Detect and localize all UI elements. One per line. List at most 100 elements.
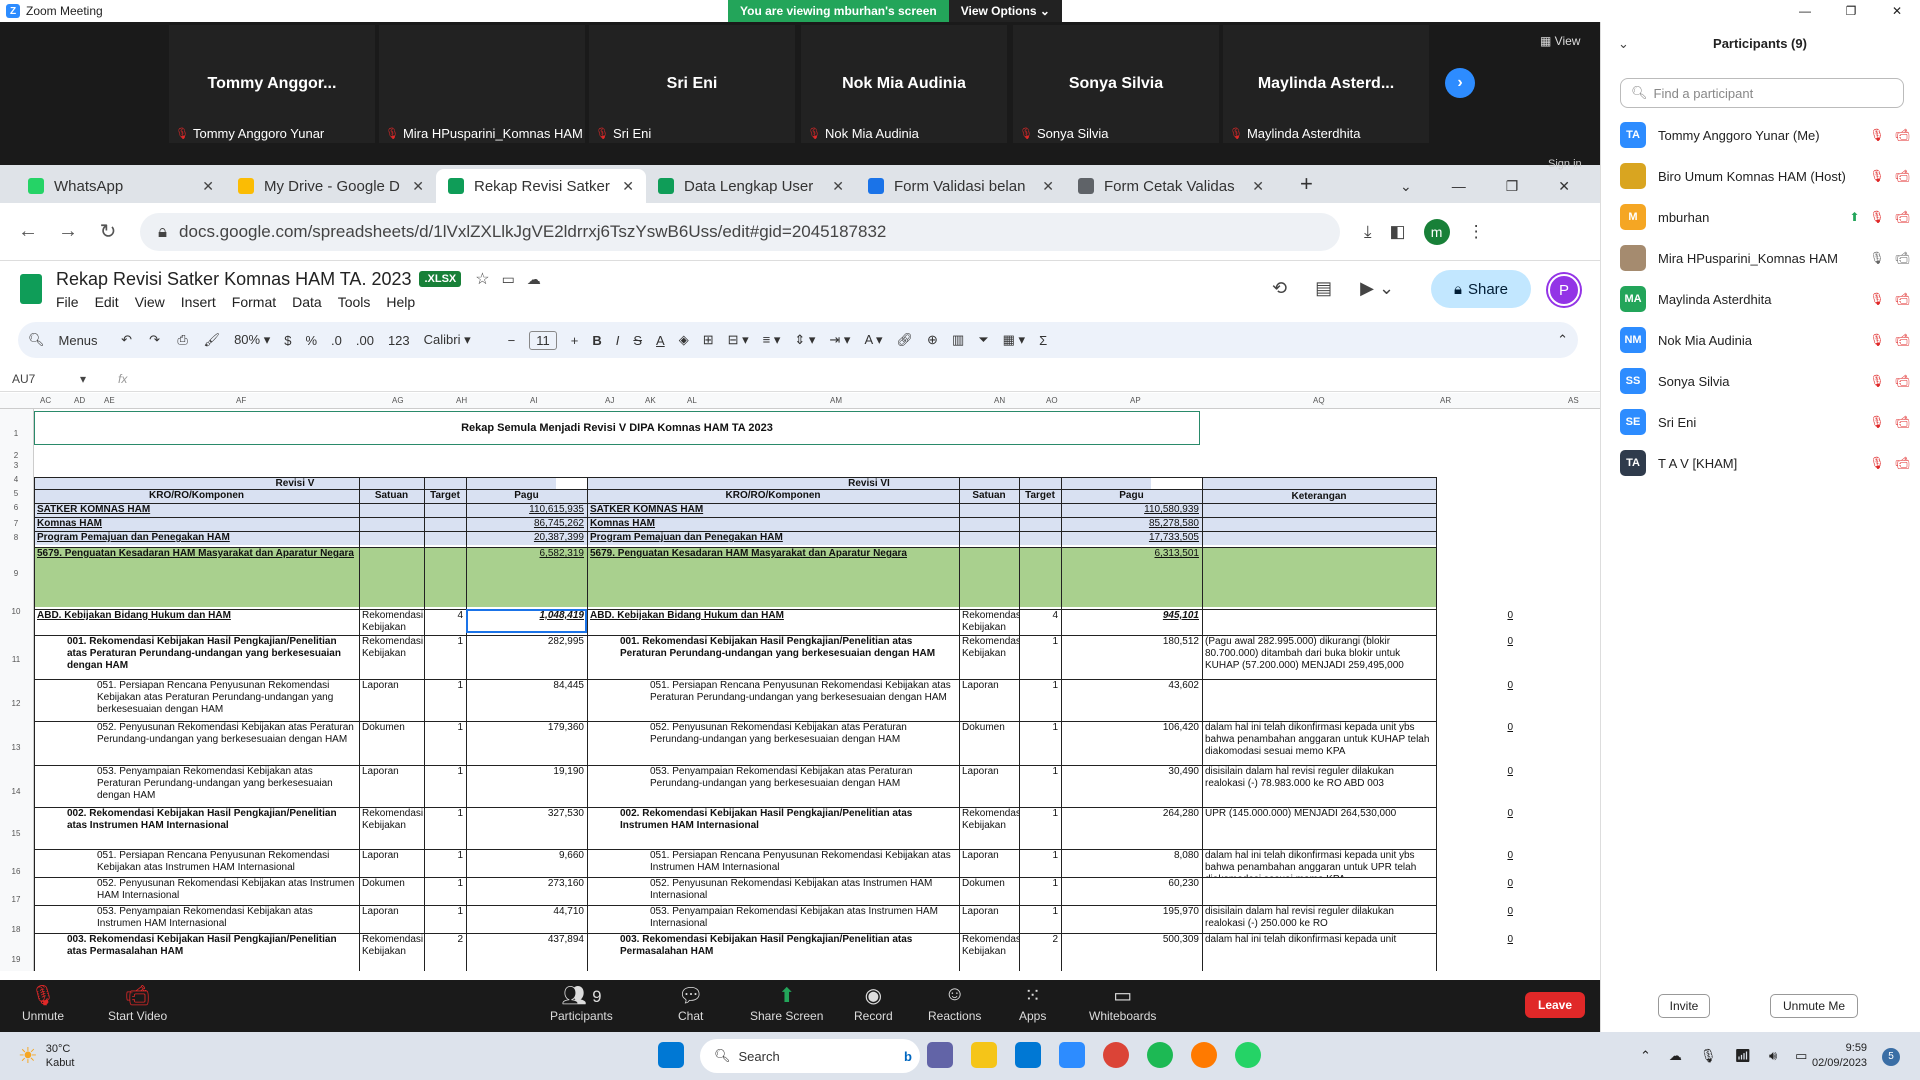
target-cell[interactable]: 1 bbox=[1019, 905, 1061, 933]
strikethrough-icon[interactable]: S bbox=[633, 333, 642, 348]
minimize-icon[interactable]: — bbox=[1782, 4, 1828, 18]
file-explorer-icon[interactable] bbox=[971, 1042, 997, 1068]
star-icon[interactable]: ☆ bbox=[475, 269, 489, 289]
row-header[interactable]: 3 bbox=[0, 461, 32, 470]
participants-button[interactable]: 👥︎ 9 Participants bbox=[550, 983, 613, 1023]
row-header[interactable]: 15 bbox=[0, 829, 32, 838]
sidepanel-icon[interactable]: ◧ bbox=[1390, 222, 1406, 242]
target-cell[interactable]: 1 bbox=[1019, 679, 1061, 721]
pagu-cell[interactable]: 6,582,319 bbox=[466, 547, 587, 607]
pagu-cell[interactable]: 110,580,939 bbox=[1061, 503, 1202, 517]
row-label[interactable]: 052. Penyusunan Rekomendasi Kebijakan at… bbox=[94, 877, 359, 905]
forward-icon[interactable]: → bbox=[48, 220, 88, 243]
pagu-cell[interactable]: 106,420 bbox=[1061, 721, 1202, 763]
column-header[interactable]: AN bbox=[994, 396, 1005, 405]
video-tile[interactable]: Tommy Anggor... 🎙︎ Tommy Anggoro Yunar bbox=[168, 24, 376, 144]
pagu-cell[interactable]: 110,615,935 bbox=[466, 503, 587, 517]
column-header[interactable]: AH bbox=[456, 396, 467, 405]
back-icon[interactable]: ← bbox=[8, 220, 48, 243]
font-size-increase-icon[interactable]: + bbox=[571, 333, 579, 348]
align-icon[interactable]: ≡ ▾ bbox=[763, 332, 781, 348]
target-cell[interactable]: 1 bbox=[424, 765, 466, 807]
next-page-icon[interactable]: › bbox=[1445, 68, 1475, 98]
participant-row[interactable]: TA Tommy Anggoro Yunar (Me) 🎙︎ 📹︎ bbox=[1620, 120, 1910, 150]
row-header[interactable]: 17 bbox=[0, 895, 32, 904]
keterangan-cell[interactable]: disisilain dalam hal revisi reguler dila… bbox=[1202, 765, 1436, 807]
pagu-cell[interactable]: 86,745,262 bbox=[466, 517, 587, 531]
wrap-icon[interactable]: ⇥ ▾ bbox=[829, 332, 850, 348]
unit-cell[interactable]: Rekomendasi Kebijakan bbox=[959, 609, 1019, 633]
row-label[interactable]: 051. Persiapan Rencana Penyusunan Rekome… bbox=[94, 849, 359, 877]
row-header[interactable]: 10 bbox=[0, 607, 32, 616]
keterangan-cell[interactable] bbox=[1202, 503, 1436, 517]
column-header[interactable]: AG bbox=[392, 396, 404, 405]
filter-views-icon[interactable]: ▦ ▾ bbox=[1003, 332, 1025, 348]
target-cell[interactable]: 1 bbox=[424, 849, 466, 877]
unit-cell[interactable] bbox=[359, 503, 424, 517]
target-cell[interactable]: 2 bbox=[1019, 933, 1061, 971]
unit-cell[interactable]: Dokumen bbox=[959, 721, 1019, 763]
pagu-cell[interactable]: 85,278,580 bbox=[1061, 517, 1202, 531]
column-header[interactable]: AC bbox=[40, 396, 51, 405]
menu-item[interactable]: Help bbox=[386, 294, 415, 310]
pagu-cell[interactable]: 500,309 bbox=[1061, 933, 1202, 971]
row-label[interactable]: 051. Persiapan Rencana Penyusunan Rekome… bbox=[647, 679, 959, 721]
spreadsheet-grid[interactable]: Rekap Semula Menjadi Revisi V DIPA Komna… bbox=[34, 409, 1590, 971]
target-cell[interactable]: 1 bbox=[424, 635, 466, 677]
pagu-cell[interactable]: 20,387,399 bbox=[466, 531, 587, 545]
zero-cell[interactable]: 0 bbox=[1496, 679, 1516, 721]
row-label[interactable]: 053. Penyampaian Rekomendasi Kebijakan a… bbox=[647, 905, 959, 933]
pagu-cell[interactable]: 60,230 bbox=[1061, 877, 1202, 905]
profile-avatar[interactable]: m bbox=[1423, 218, 1450, 245]
zoom-taskbar-icon[interactable] bbox=[1059, 1042, 1085, 1068]
fill-color-icon[interactable]: ◈ bbox=[679, 332, 689, 348]
chat-button[interactable]: 💬︎ Chat bbox=[678, 983, 703, 1023]
column-header[interactable]: AI bbox=[530, 396, 538, 405]
keterangan-cell[interactable]: dalam hal ini telah dikonfirmasi kepada … bbox=[1202, 849, 1436, 877]
unit-cell[interactable] bbox=[959, 503, 1019, 517]
participant-row[interactable]: Biro Umum Komnas HAM (Host) 🎙︎ 📹︎ bbox=[1620, 161, 1910, 191]
browser-tab[interactable]: Data Lengkap User ✕ bbox=[646, 169, 856, 203]
pagu-cell[interactable]: 43,602 bbox=[1061, 679, 1202, 721]
target-cell[interactable]: 1 bbox=[424, 905, 466, 933]
unit-cell[interactable] bbox=[959, 547, 1019, 607]
unit-cell[interactable]: Rekomendasi Kebijakan bbox=[959, 635, 1019, 677]
keterangan-cell[interactable]: dalam hal ini telah dikonfirmasi kepada … bbox=[1202, 721, 1436, 763]
unit-cell[interactable]: Dokumen bbox=[959, 877, 1019, 905]
row-header[interactable]: 6 bbox=[0, 503, 32, 512]
row-header[interactable]: 11 bbox=[0, 655, 32, 664]
unit-cell[interactable] bbox=[359, 547, 424, 607]
mic-icon[interactable]: 🎙︎ bbox=[1700, 1048, 1717, 1064]
participant-search-input[interactable]: 🔍︎ Find a participant bbox=[1620, 78, 1904, 108]
unit-cell[interactable]: Laporan bbox=[359, 765, 424, 807]
target-cell[interactable] bbox=[424, 503, 466, 517]
column-header[interactable]: AJ bbox=[605, 396, 614, 405]
unit-cell[interactable]: Laporan bbox=[359, 849, 424, 877]
url-bar[interactable]: 🔒︎ docs.google.com/spreadsheets/d/1lVxlZ… bbox=[140, 212, 1340, 251]
teams-icon[interactable] bbox=[927, 1042, 953, 1068]
row-header[interactable]: 16 bbox=[0, 867, 32, 876]
menu-item[interactable]: Format bbox=[232, 294, 276, 310]
unit-cell[interactable]: Rekomendasi Kebijakan bbox=[359, 635, 424, 677]
download-icon[interactable]: ⤓ bbox=[1364, 222, 1372, 242]
name-box[interactable]: AU7 bbox=[0, 372, 80, 386]
video-tile[interactable]: 🎙︎ Mira HPusparini_Komnas HAM bbox=[378, 24, 586, 144]
row-header[interactable]: 18 bbox=[0, 925, 32, 934]
target-cell[interactable]: 1 bbox=[424, 807, 466, 847]
keterangan-cell[interactable]: (Pagu awal 282.995.000) dikurangi (bloki… bbox=[1202, 635, 1436, 677]
paint-format-icon[interactable]: 🖌︎ bbox=[204, 332, 221, 348]
weather-widget[interactable]: ☀ 30°C Kabut bbox=[18, 1042, 74, 1070]
browser-tab[interactable]: My Drive - Google D ✕ bbox=[226, 169, 436, 203]
unit-cell[interactable]: Rekomendasi Kebijakan bbox=[959, 933, 1019, 971]
keterangan-cell[interactable] bbox=[1202, 547, 1436, 607]
column-header[interactable]: AP bbox=[1130, 396, 1141, 405]
revisi-vi-header[interactable]: Revisi VI bbox=[587, 477, 1151, 489]
close-icon[interactable]: ✕ bbox=[1874, 4, 1920, 18]
participant-row[interactable]: SE Sri Eni 🎙︎ 📹︎ bbox=[1620, 407, 1910, 437]
target-cell[interactable] bbox=[424, 517, 466, 531]
unit-cell[interactable]: Rekomendasi Kebijakan bbox=[959, 807, 1019, 847]
row-header[interactable]: 5 bbox=[0, 489, 32, 498]
row-label[interactable]: SATKER KOMNAS HAM bbox=[34, 503, 359, 517]
unit-cell[interactable]: Laporan bbox=[959, 905, 1019, 933]
column-title[interactable]: Pagu bbox=[466, 489, 587, 503]
